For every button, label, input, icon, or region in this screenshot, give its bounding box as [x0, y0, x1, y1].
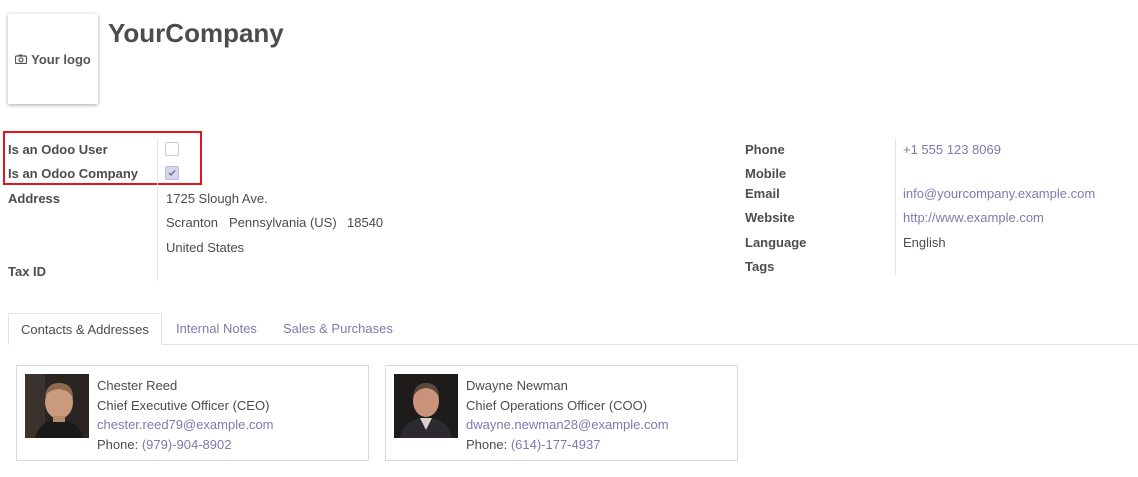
email-value[interactable]: info@yourcompany.example.com — [903, 186, 1095, 201]
website-value[interactable]: http://www.example.com — [903, 210, 1044, 225]
contact-phone-label: Phone: — [466, 436, 511, 452]
contact-name: Chester Reed — [97, 378, 178, 393]
contact-phone-label: Phone: — [97, 436, 142, 452]
phone-label: Phone — [745, 142, 785, 157]
tab-sales-purchases[interactable]: Sales & Purchases — [271, 313, 405, 344]
company-name: YourCompany — [108, 18, 284, 48]
address-city[interactable]: Scranton — [166, 215, 218, 230]
contact-title: Chief Operations Officer (COO) — [466, 397, 648, 413]
logo-placeholder: Your logo — [15, 52, 91, 67]
camera-icon — [15, 54, 28, 64]
contact-email[interactable]: chester.reed79@example.com — [97, 415, 274, 435]
contact-phone[interactable]: (614)-177-4937 — [511, 437, 601, 452]
check-icon — [168, 170, 176, 177]
odoo-user-checkbox[interactable] — [165, 142, 179, 156]
field-divider-right — [895, 138, 896, 276]
logo-text: Your logo — [31, 51, 91, 67]
phone-value[interactable]: +1 555 123 8069 — [903, 142, 1001, 157]
website-label: Website — [745, 210, 795, 225]
tab-contacts-addresses[interactable]: Contacts & Addresses — [8, 313, 162, 345]
mobile-label: Mobile — [745, 166, 787, 181]
tab-internal-notes[interactable]: Internal Notes — [164, 313, 269, 344]
email-label: Email — [745, 186, 780, 201]
odoo-company-checkbox[interactable] — [165, 166, 179, 180]
tags-label: Tags — [745, 259, 775, 274]
contact-card[interactable]: Chester Reed Chief Executive Officer (CE… — [16, 365, 369, 461]
address-state[interactable]: Pennsylvania (US) — [229, 215, 337, 230]
contact-phone[interactable]: (979)-904-8902 — [142, 437, 232, 452]
odoo-company-label: Is an Odoo Company — [8, 166, 139, 181]
contact-title: Chief Executive Officer (CEO) — [97, 397, 270, 413]
odoo-user-label: Is an Odoo User — [8, 142, 108, 157]
tax-id-label: Tax ID — [8, 264, 47, 279]
contact-phone-row: Phone: (979)-904-8902 — [97, 435, 274, 455]
company-logo-box[interactable]: Your logo — [8, 14, 98, 104]
contact-avatar — [25, 374, 89, 438]
address-zip[interactable]: 18540 — [347, 215, 383, 230]
contact-phone-row: Phone: (614)-177-4937 — [466, 435, 669, 455]
contact-avatar — [394, 374, 458, 438]
address-country[interactable]: United States — [166, 240, 244, 255]
language-label: Language — [745, 235, 807, 250]
field-divider-left — [157, 138, 158, 281]
contact-email[interactable]: dwayne.newman28@example.com — [466, 415, 669, 435]
address-label: Address — [8, 191, 61, 206]
language-value[interactable]: English — [903, 235, 946, 250]
contact-card[interactable]: Dwayne Newman Chief Operations Officer (… — [385, 365, 738, 461]
contact-name: Dwayne Newman — [466, 378, 568, 393]
address-street[interactable]: 1725 Slough Ave. — [166, 191, 268, 206]
tabs-border — [8, 344, 1138, 345]
